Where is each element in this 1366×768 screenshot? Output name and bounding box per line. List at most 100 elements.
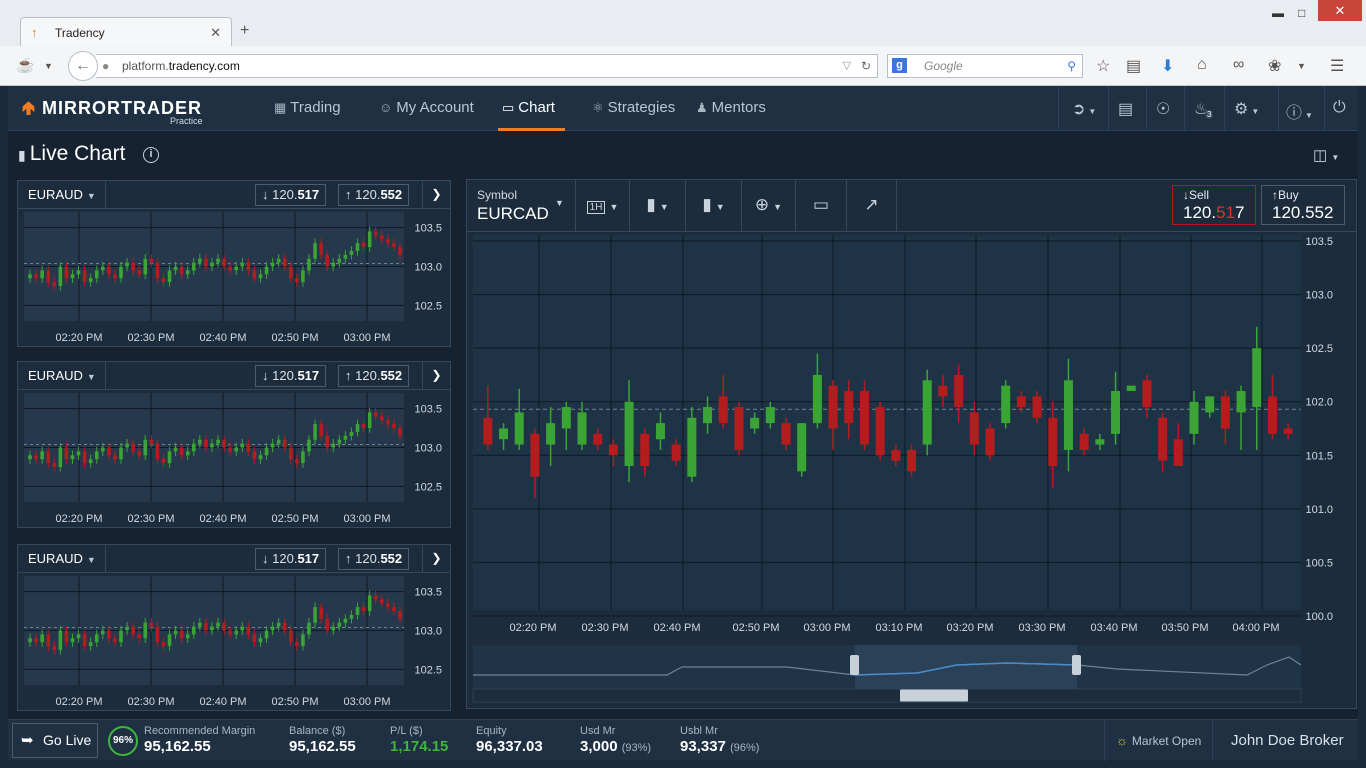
mini-chart-plot: 02:20 PM 02:30 PM 02:40 PM 02:50 PM 03:00 PM… <box>24 576 442 708</box>
info-icon[interactable]: i <box>143 147 159 163</box>
candle <box>270 443 275 448</box>
nav-chart[interactable]: ▭ Chart <box>502 99 555 116</box>
buy-price: 120.552 <box>1272 203 1334 222</box>
candle <box>46 270 51 283</box>
y-tick-label: 100.5 <box>1305 557 1333 569</box>
y-tick-label: 103.5 <box>414 404 442 416</box>
search-icon[interactable]: ⚲ <box>1067 55 1076 77</box>
mini-sell-button[interactable]: ↓ 120.517 <box>255 365 327 387</box>
help-icon[interactable]: ⓘ ▼ <box>1286 99 1313 123</box>
chart-type-button[interactable]: ▮ ▼ <box>629 180 685 232</box>
go-live-button[interactable]: ➥ Go Live <box>12 723 98 758</box>
reload-icon[interactable]: ↻ <box>861 55 871 77</box>
money-icon[interactable]: ☉ <box>1156 99 1170 119</box>
nav-strategies[interactable]: ⚛ Strategies <box>592 99 675 116</box>
nav-trading[interactable]: ▦ Trading <box>274 99 341 116</box>
popout-button[interactable]: ↗ <box>846 180 897 232</box>
navigator-scrollbar <box>900 689 968 702</box>
layout-toggle-icon[interactable]: ◫ ▼ <box>1313 146 1339 164</box>
mini-symbol-select[interactable]: EURAUD ▼ <box>28 551 96 566</box>
gear-icon[interactable]: ⚙ ▼ <box>1234 99 1259 119</box>
buy-button[interactable]: ↑Buy 120.552 <box>1261 185 1345 225</box>
mini-buy-button[interactable]: ↑ 120.552 <box>338 184 410 206</box>
candle <box>313 424 317 440</box>
candle <box>204 439 208 448</box>
candle <box>101 447 105 452</box>
back-button[interactable]: ← <box>68 51 98 81</box>
download-icon[interactable]: ⬇ <box>1161 56 1174 76</box>
chevron-right-icon[interactable]: ❯ <box>422 181 450 209</box>
sell-button[interactable]: ↓Sell 120.517 <box>1172 185 1256 225</box>
browser-menu-icon[interactable]: ☕ <box>16 56 35 74</box>
candle <box>185 451 190 456</box>
news-icon[interactable]: ▤ <box>1118 99 1133 119</box>
bookmark-star-icon[interactable]: ☆ <box>1096 56 1110 76</box>
window-close-icon[interactable]: ✕ <box>1318 0 1362 21</box>
candle <box>125 262 129 267</box>
mini-buy-button[interactable]: ↑ 120.552 <box>338 365 410 387</box>
candle <box>1111 391 1121 434</box>
timeframe-button[interactable]: 1H ▼ <box>575 180 629 232</box>
candle <box>577 412 587 445</box>
candle <box>398 247 402 255</box>
nav-my-account[interactable]: ☺ My Account <box>379 99 474 116</box>
extension-dropdown-icon[interactable]: ▼ <box>1297 61 1306 71</box>
mini-sell-button[interactable]: ↓ 120.517 <box>255 184 327 206</box>
external-link-icon: ↗ <box>864 195 879 214</box>
candle <box>70 455 75 460</box>
logout-icon[interactable]: ➲ ▼ <box>1072 99 1096 119</box>
crosshair-button[interactable]: ⊕ ▼ <box>741 180 795 232</box>
search-input[interactable]: g Google ⚲ <box>887 54 1083 78</box>
mini-symbol-select[interactable]: EURAUD ▼ <box>28 368 96 383</box>
extension-icon[interactable]: ❀ <box>1268 56 1281 76</box>
candle <box>185 270 190 275</box>
candle <box>252 634 257 643</box>
candle <box>386 603 390 608</box>
candle <box>210 443 214 448</box>
browser-tab[interactable]: ↑ Tradency ✕ <box>20 17 232 47</box>
mini-symbol-select[interactable]: EURAUD ▼ <box>28 187 96 202</box>
chart-navigator <box>472 645 1302 703</box>
power-icon[interactable]: ⏻ <box>1333 99 1346 117</box>
minimize-icon[interactable]: ▬ <box>1272 6 1284 20</box>
url-bar[interactable]: ● platform.tradency.com ▽ ↻ <box>96 54 878 78</box>
candle <box>234 447 239 452</box>
y-tick-label: 102.5 <box>414 664 442 676</box>
mini-sell-button[interactable]: ↓ 120.517 <box>255 548 327 570</box>
link-icon[interactable]: ∞ <box>1233 56 1244 74</box>
indicators-button[interactable]: ▮ ▼ <box>685 180 741 232</box>
history-dropdown-icon[interactable]: ▼ <box>44 61 53 71</box>
google-engine-icon[interactable]: g <box>892 58 907 73</box>
candle <box>40 451 44 460</box>
nav-mentors[interactable]: ♟ Mentors <box>696 99 766 116</box>
candle <box>70 274 75 279</box>
x-tick-label: 03:30 PM <box>1018 622 1065 634</box>
candle <box>797 423 807 472</box>
new-tab-icon[interactable]: + <box>240 22 249 40</box>
home-icon[interactable]: ⌂ <box>1197 56 1207 74</box>
user-name[interactable]: John Doe Broker <box>1231 732 1344 749</box>
stat-usbl-mr: Usbl Mr 93,337 (96%) <box>680 725 760 755</box>
maximize-icon[interactable]: □ <box>1298 6 1305 20</box>
drawing-tools-button[interactable]: ▭ <box>795 180 846 232</box>
url-dropdown-icon[interactable]: ▽ <box>843 55 851 77</box>
close-tab-icon[interactable]: ✕ <box>210 25 221 41</box>
candle <box>373 412 378 417</box>
candle <box>875 407 885 456</box>
candle <box>246 443 251 452</box>
candle <box>155 262 160 279</box>
plot-area <box>473 235 1301 610</box>
main-candlestick-chart[interactable]: 103.5 103.0 102.5 102.0 101.5 101.0 100.5 100.0… <box>467 233 1356 708</box>
hamburger-menu-icon[interactable]: ☰ <box>1330 56 1344 76</box>
mini-buy-button[interactable]: ↑ 120.552 <box>338 548 410 570</box>
x-tick-label: 02:30 PM <box>127 513 174 525</box>
reading-list-icon[interactable]: ▤ <box>1126 56 1141 76</box>
candle <box>34 455 38 460</box>
chevron-down-icon: ▼ <box>86 555 96 565</box>
buy-price-pips: 552 <box>380 187 403 202</box>
chevron-right-icon[interactable]: ❯ <box>422 362 450 390</box>
chevron-right-icon[interactable]: ❯ <box>422 545 450 573</box>
candle <box>379 599 384 604</box>
candle <box>28 274 32 279</box>
candle <box>349 431 354 436</box>
